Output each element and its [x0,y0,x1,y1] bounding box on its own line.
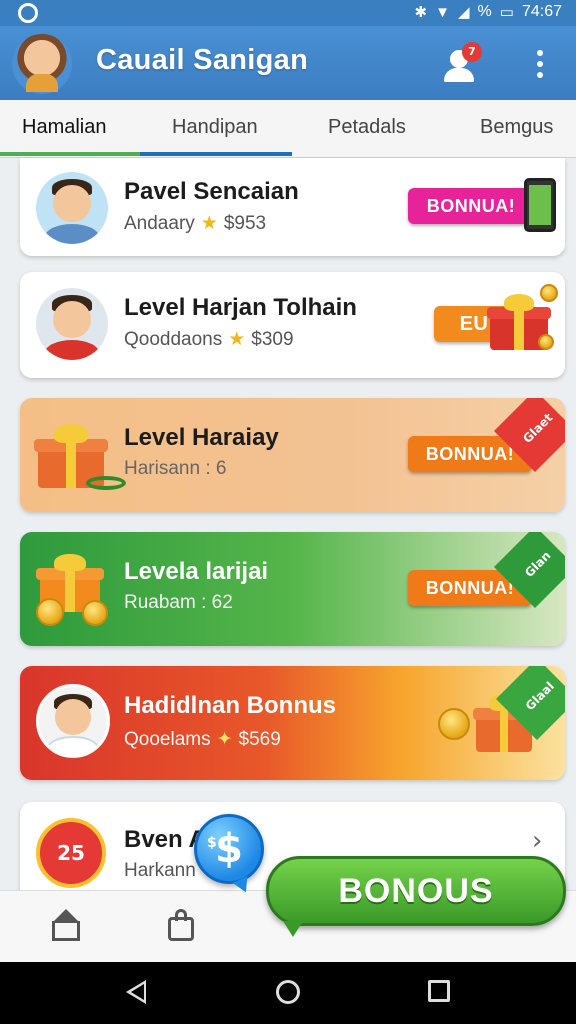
list-item[interactable]: Level Haraiay Harisann : 6 BONNUA! Glaet [20,398,565,512]
list-item[interactable]: Hadidlnan Bonnus Qooelams ✦ $569 Glaal [20,666,565,780]
shopping-bag-icon[interactable] [164,907,200,943]
back-icon[interactable] [126,980,146,1004]
system-navigation-bar [0,962,576,1024]
item-title: Pavel Sencaian [124,178,299,205]
avatar [36,172,108,244]
battery-percent: % [477,3,492,20]
more-options-icon[interactable] [532,48,548,80]
item-title: Level Harjan Tolhain [124,294,357,321]
tab-petadals[interactable]: Petadals [328,116,406,139]
item-amount: $953 [223,213,267,234]
sparkle-icon: ✦ [216,729,233,750]
star-icon: ★ [200,213,218,234]
app-logo-avatar [12,34,72,94]
wifi-icon: ▼ [435,3,450,21]
notification-badge: 7 [462,42,482,62]
tab-bar: Hamalian Handipan Petadals Bemgus [0,100,576,158]
list-item[interactable]: Pavel Sencaian Andaary ★ $953 BONNUA! [20,158,565,256]
app-bar: Cauail Sanigan 7 [0,26,576,100]
item-amount: $569 [238,729,281,750]
tab-bemgus[interactable]: Bemgus [480,116,553,139]
item-subtitle: Harisann : 6 [124,458,227,479]
item-title: Hadidlnan Bonnus [124,692,336,719]
user-icon-body [444,68,474,82]
item-subtitle: Qooddaons ★ $309 [124,329,294,350]
battery-icon: ▭ [499,4,514,21]
tab-indicator-secondary [140,152,292,156]
coin-icon [438,708,470,740]
coin-icon [540,284,558,302]
tab-indicator-active [0,152,140,156]
star-icon: ★ [228,329,246,350]
dollar-bubble-icon: $ $ [194,814,264,884]
clock: 74:67 [521,3,562,20]
item-subtitle: Andaary ★ $953 [124,213,267,234]
coin-icon [82,600,108,626]
signal-icon: ◢ [457,4,470,21]
phone-icon [524,178,556,232]
tab-handipan[interactable]: Handipan [172,116,258,139]
home-circle-icon[interactable] [276,980,300,1004]
home-icon[interactable] [48,907,84,943]
profile-button[interactable]: 7 [440,42,482,86]
recent-apps-icon[interactable] [428,980,450,1002]
badge-icon: 25 [36,818,106,888]
item-subtitle: Ruabam : 62 [124,592,233,613]
bonus-cta-button[interactable]: BONOUS [266,856,566,937]
tab-hamalian[interactable]: Hamalian [22,116,106,139]
item-amount: $309 [251,329,294,350]
bluetooth-icon: ✱ [414,4,428,21]
avatar [36,684,110,758]
list-item[interactable]: Levela larijai Ruabam : 62 BONNUA! Glan [20,532,565,646]
status-bar: ✱ ▼ ◢ % ▭ 74:67 [0,0,576,26]
list-item[interactable]: Level Harjan Tolhain Qooddaons ★ $309 EU [20,272,565,378]
item-title: Level Haraiay [124,424,279,451]
coin-icon [538,334,554,350]
notification-dot-icon [18,3,38,23]
coin-icon [36,598,64,626]
app-title: Cauail Sanigan [96,44,309,76]
bonus-button[interactable]: BONNUA! [408,188,534,224]
ribbon-icon [86,476,126,490]
item-title: Levela larijai [124,558,269,585]
chevron-right-icon[interactable]: › [532,826,542,856]
item-subtitle: Qooelams ✦ $569 [124,729,281,750]
avatar [36,288,108,360]
item-subtitle: Harkann [124,860,196,881]
